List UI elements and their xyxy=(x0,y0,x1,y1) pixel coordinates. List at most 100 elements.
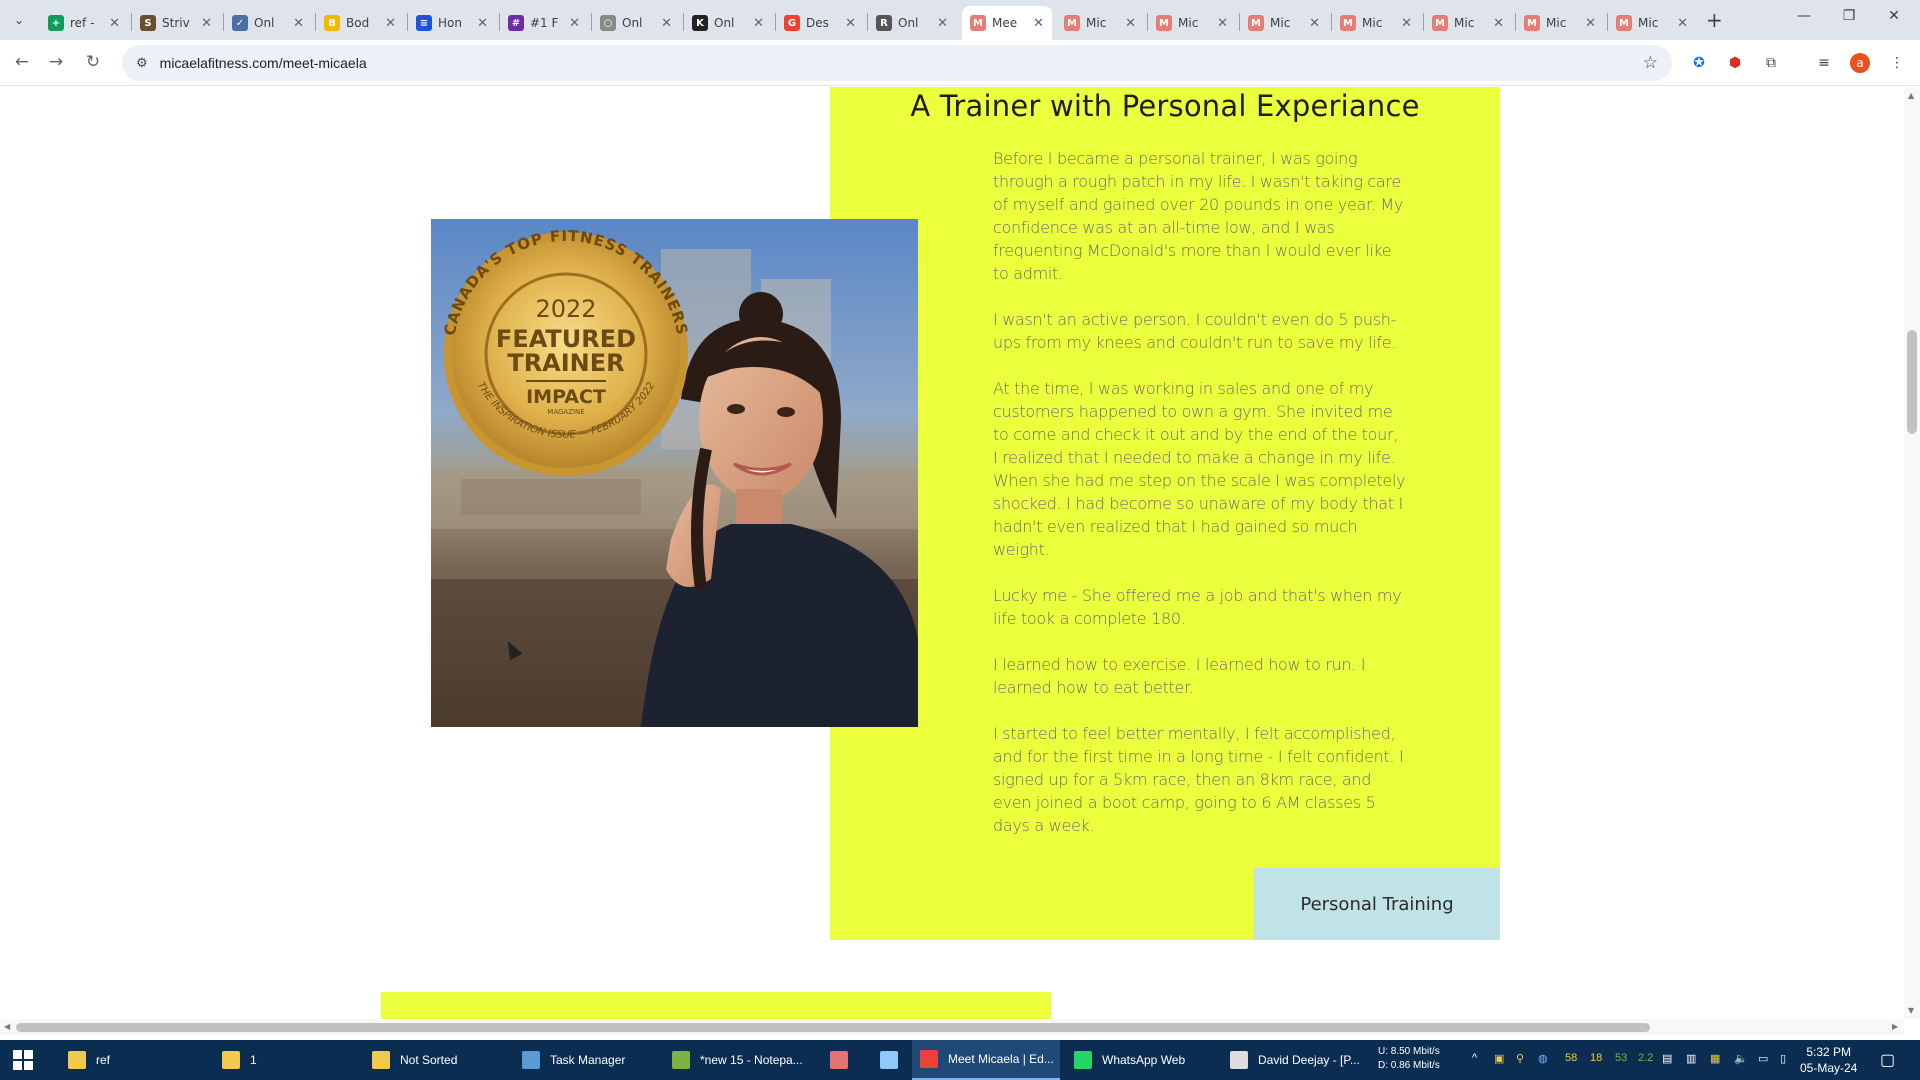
bio-paragraph: I wasn't an active person. I couldn't ev… xyxy=(993,310,1397,352)
notification-center-icon[interactable]: ▢ xyxy=(1880,1050,1895,1070)
browser-tab[interactable]: M Mic ✕ xyxy=(1056,6,1144,40)
forward-button[interactable]: → xyxy=(44,52,68,72)
minimize-button[interactable]: — xyxy=(1789,8,1819,24)
tray-app-icon[interactable]: ▣ xyxy=(1494,1052,1504,1065)
close-tab-icon[interactable]: ✕ xyxy=(1309,16,1320,31)
close-tab-icon[interactable]: ✕ xyxy=(109,16,120,31)
vertical-scrollbar-thumb[interactable] xyxy=(1907,330,1917,434)
tray-number-2: 18 xyxy=(1590,1052,1603,1064)
browser-tab[interactable]: + ref - ✕ xyxy=(40,6,128,40)
browser-tab[interactable]: M Mic ✕ xyxy=(1332,6,1420,40)
tray-chevron-icon[interactable]: ^ xyxy=(1472,1052,1477,1064)
close-tab-icon[interactable]: ✕ xyxy=(1033,16,1044,31)
new-tab-button[interactable]: + xyxy=(1706,8,1723,32)
browser-tab[interactable]: R Onl ✕ xyxy=(868,6,956,40)
site-info-icon[interactable]: ⚙ xyxy=(136,56,148,71)
address-bar[interactable]: ⚙ micaelafitness.com/meet-micaela ☆ xyxy=(122,45,1672,81)
tab-title: Onl xyxy=(898,16,919,30)
close-tab-icon[interactable]: ✕ xyxy=(1585,16,1596,31)
browser-tab[interactable]: # #1 F ✕ xyxy=(500,6,588,40)
tab-strip: ⌄ + ref - ✕ S Striv ✕ ✓ Onl ✕ B Bod ✕ ≡ Hon ✕ # #1 F ✕ ○ On… xyxy=(0,0,1920,40)
close-tab-icon[interactable]: ✕ xyxy=(1677,16,1688,31)
tray-app-icon[interactable]: ▦ xyxy=(1710,1052,1720,1065)
close-tab-icon[interactable]: ✕ xyxy=(845,16,856,31)
close-tab-icon[interactable]: ✕ xyxy=(661,16,672,31)
back-button[interactable]: ← xyxy=(10,52,34,72)
close-tab-icon[interactable]: ✕ xyxy=(1217,16,1228,31)
tray-number-3: 53 xyxy=(1615,1052,1628,1064)
taskbar-item[interactable]: WhatsApp Web xyxy=(1066,1040,1216,1080)
browser-tab[interactable]: M Mic ✕ xyxy=(1608,6,1696,40)
tray-search-icon[interactable]: ⚲ xyxy=(1516,1052,1524,1065)
browser-tab[interactable]: K Onl ✕ xyxy=(684,6,772,40)
taskbar-item[interactable]: Meet Micaela | Ed... xyxy=(912,1040,1060,1080)
taskbar-item[interactable]: ref xyxy=(60,1040,208,1080)
tray-monitor-icon[interactable]: ▥ xyxy=(1686,1052,1696,1065)
extensions-puzzle-icon[interactable]: ⧉ xyxy=(1760,52,1782,74)
taskbar-item[interactable]: *new 15 - Notepa... xyxy=(664,1040,814,1080)
browser-tab[interactable]: M Mic ✕ xyxy=(1240,6,1328,40)
close-tab-icon[interactable]: ✕ xyxy=(1125,16,1136,31)
bookmark-star-icon[interactable]: ☆ xyxy=(1643,53,1658,73)
shield-extension-icon[interactable]: ⬢ xyxy=(1724,52,1746,74)
sheets-icon: + xyxy=(48,15,64,31)
micaela-icon: M xyxy=(970,15,986,31)
taskbar-item[interactable]: Not Sorted xyxy=(364,1040,512,1080)
close-tab-icon[interactable]: ✕ xyxy=(937,16,948,31)
taskbar-item[interactable]: David Deejay - [P... xyxy=(1222,1040,1372,1080)
taskbar-item[interactable]: 1 xyxy=(214,1040,362,1080)
stack-icon: ≡ xyxy=(416,15,432,31)
browser-tab[interactable]: ○ Onl ✕ xyxy=(592,6,680,40)
browser-tab[interactable]: M Mic ✕ xyxy=(1148,6,1236,40)
vertical-scrollbar[interactable]: ▲ ▼ xyxy=(1904,87,1920,1019)
tab-title: Striv xyxy=(162,16,190,30)
close-tab-icon[interactable]: ✕ xyxy=(293,16,304,31)
browser-tab[interactable]: B Bod ✕ xyxy=(316,6,404,40)
restore-button[interactable]: ❐ xyxy=(1834,8,1864,24)
tab-search-button[interactable]: ⌄ xyxy=(8,9,30,31)
taskbar-item-label: 1 xyxy=(250,1053,257,1067)
personal-training-button[interactable]: Personal Training xyxy=(1254,868,1500,940)
tab-title: Onl xyxy=(622,16,643,30)
close-window-button[interactable]: ✕ xyxy=(1879,8,1909,24)
taskbar-item[interactable] xyxy=(822,1040,864,1080)
url-text[interactable]: micaelafitness.com/meet-micaela xyxy=(160,55,367,71)
taskbar-item[interactable]: Task Manager xyxy=(514,1040,662,1080)
browser-tab[interactable]: M Mee ✕ xyxy=(962,6,1052,40)
micaela-icon: M xyxy=(1616,15,1632,31)
chrome-icon xyxy=(920,1050,938,1068)
close-tab-icon[interactable]: ✕ xyxy=(753,16,764,31)
section-title: A Trainer with Personal Experiance xyxy=(910,89,1420,123)
browser-menu-icon[interactable]: ⋮ xyxy=(1886,52,1908,74)
browser-tab[interactable]: ≡ Hon ✕ xyxy=(408,6,496,40)
tray-globe-icon[interactable]: ◍ xyxy=(1538,1052,1548,1065)
browser-tab[interactable]: G Des ✕ xyxy=(776,6,864,40)
browser-tab[interactable]: M Mic ✕ xyxy=(1424,6,1512,40)
reload-button[interactable]: ↻ xyxy=(81,52,105,72)
close-tab-icon[interactable]: ✕ xyxy=(569,16,580,31)
extension-icon[interactable]: ✪ xyxy=(1688,52,1710,74)
battery-icon[interactable]: ▭ xyxy=(1758,1052,1768,1065)
taskbar-item[interactable] xyxy=(872,1040,908,1080)
horizontal-scrollbar-thumb[interactable] xyxy=(16,1023,1650,1032)
close-tab-icon[interactable]: ✕ xyxy=(1493,16,1504,31)
close-tab-icon[interactable]: ✕ xyxy=(1401,16,1412,31)
featured-trainer-badge-icon: CANADA'S TOP FITNESS TRAINERS THE INSPIR… xyxy=(441,227,690,476)
network-icon[interactable]: ▯ xyxy=(1780,1052,1786,1065)
close-tab-icon[interactable]: ✕ xyxy=(201,16,212,31)
clock-time: 5:32 PM xyxy=(1806,1045,1852,1059)
horizontal-scrollbar[interactable]: ◀ ▶ xyxy=(0,1019,1904,1035)
media-control-icon[interactable]: ≡ xyxy=(1813,52,1835,74)
browser-tab[interactable]: S Striv ✕ xyxy=(132,6,220,40)
volume-icon[interactable]: 🔈 xyxy=(1734,1052,1748,1065)
micaela-icon: M xyxy=(1064,15,1080,31)
profile-avatar[interactable]: a xyxy=(1850,53,1870,73)
close-tab-icon[interactable]: ✕ xyxy=(385,16,396,31)
tray-monitor-icon[interactable]: ▤ xyxy=(1662,1052,1672,1065)
browser-tab[interactable]: M Mic ✕ xyxy=(1516,6,1604,40)
taskbar-clock[interactable]: 5:32 PM 05-May-24 xyxy=(1800,1044,1857,1076)
browser-tab[interactable]: ✓ Onl ✕ xyxy=(224,6,312,40)
close-tab-icon[interactable]: ✕ xyxy=(477,16,488,31)
circle-icon: ○ xyxy=(600,15,616,31)
start-button[interactable] xyxy=(13,1050,33,1070)
